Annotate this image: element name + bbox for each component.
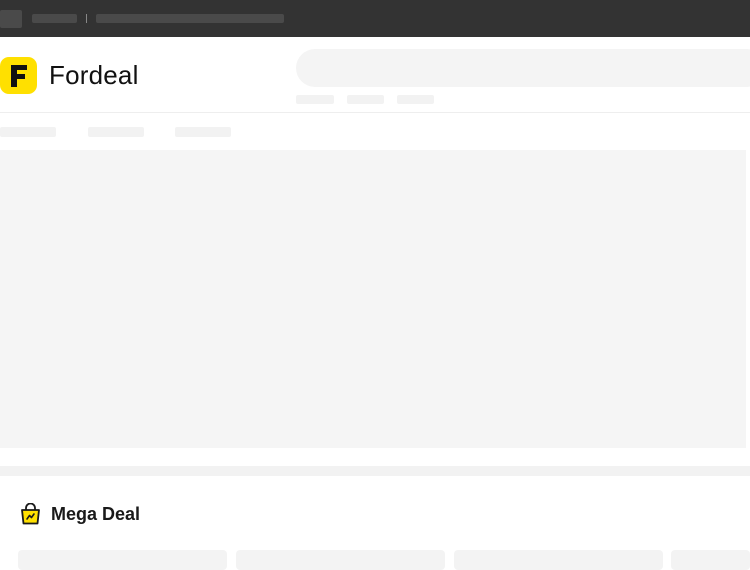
banner-placeholder[interactable]: [0, 150, 746, 448]
category-placeholder-3[interactable]: [175, 127, 231, 137]
search-input[interactable]: [296, 49, 750, 87]
product-card-placeholder-2[interactable]: [236, 550, 445, 570]
category-placeholder-1[interactable]: [0, 127, 56, 137]
category-placeholder-2[interactable]: [88, 127, 144, 137]
hot-search-placeholder-2[interactable]: [347, 95, 384, 104]
shopping-bag-icon: [21, 503, 40, 525]
top-bar-separator: [86, 14, 87, 23]
hot-search-placeholder-1[interactable]: [296, 95, 334, 104]
top-bar-placeholder-1: [0, 10, 22, 28]
product-card-placeholder-1[interactable]: [18, 550, 227, 570]
logo-badge: [0, 57, 37, 94]
top-bar-placeholder-3: [96, 14, 284, 23]
product-card-placeholder-4[interactable]: [671, 550, 750, 570]
top-bar: [0, 0, 750, 37]
hot-search-placeholder-3[interactable]: [397, 95, 434, 104]
site-header: Fordeal: [0, 37, 750, 113]
section-title-label: Mega Deal: [51, 503, 141, 524]
logo-f-icon: [10, 64, 27, 87]
logo-text: Fordeal: [49, 60, 139, 90]
section-divider: [0, 466, 750, 476]
top-bar-placeholder-2: [32, 14, 77, 23]
mega-deal-title[interactable]: Mega Deal: [20, 502, 140, 526]
logo[interactable]: Fordeal: [0, 57, 139, 94]
product-card-placeholder-3[interactable]: [454, 550, 663, 570]
